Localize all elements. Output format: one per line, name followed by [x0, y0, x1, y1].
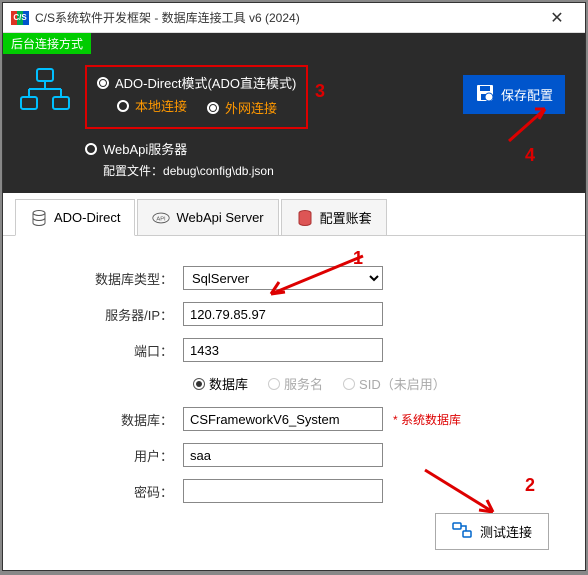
radio-dot-icon — [85, 143, 97, 155]
radio-external-connection[interactable]: 外网连接 — [207, 96, 277, 119]
input-port[interactable] — [183, 338, 383, 362]
button-label: 测试连接 — [480, 522, 532, 541]
form-panel: 1 数据库类型： SqlServer 服务器/IP： 端口： 数据库 — [3, 236, 585, 570]
note-system-db: * 系统数据库 — [393, 411, 461, 428]
tab-label: WebApi Server — [176, 210, 263, 225]
tab-label: ADO-Direct — [54, 210, 120, 225]
annotation-2: 2 — [525, 475, 535, 496]
db-identifier-radios: 数据库 服务名 SID（未启用） — [193, 374, 565, 393]
tab-webapi-server[interactable]: API WebApi Server — [137, 199, 278, 235]
radio-dot-icon — [268, 378, 280, 390]
radio-sid: SID（未启用） — [343, 374, 446, 393]
radio-database[interactable]: 数据库 — [193, 374, 248, 393]
radio-ado-direct[interactable]: ADO-Direct模式(ADO直连模式) — [97, 73, 296, 92]
ado-mode-highlight: ADO-Direct模式(ADO直连模式) 本地连接 外网连接 — [85, 65, 308, 129]
radio-service-name: 服务名 — [268, 374, 323, 393]
radio-dot-icon — [343, 378, 355, 390]
api-icon: API — [152, 209, 170, 227]
label-dbtype: 数据库类型： — [23, 269, 183, 288]
tab-config-account[interactable]: 配置账套 — [281, 199, 387, 235]
radio-label: 外网连接 — [225, 98, 277, 117]
radio-label: 本地连接 — [135, 96, 187, 115]
config-db-icon — [296, 209, 314, 227]
label-password: 密码： — [23, 482, 183, 501]
annotation-1: 1 — [353, 248, 363, 269]
select-dbtype[interactable]: SqlServer — [183, 266, 383, 290]
save-icon — [475, 83, 495, 106]
radio-dot-icon — [97, 77, 109, 89]
label-database: 数据库： — [23, 410, 183, 429]
label-server: 服务器/IP： — [23, 305, 183, 324]
close-button[interactable]: ✕ — [537, 4, 577, 32]
tab-bar: ADO-Direct API WebApi Server 配置账套 — [3, 193, 585, 236]
input-password[interactable] — [183, 479, 383, 503]
input-server[interactable] — [183, 302, 383, 326]
label-port: 端口： — [23, 341, 183, 360]
panel-tag: 后台连接方式 — [3, 33, 91, 54]
tab-label: 配置账套 — [320, 208, 372, 227]
annotation-3: 3 — [315, 81, 325, 102]
connection-mode-panel: 后台连接方式 ADO-Direct模式(ADO直连模式) — [3, 33, 585, 193]
main-window: C/S C/S系统软件开发框架 - 数据库连接工具 v6 (2024) ✕ 后台… — [2, 2, 586, 571]
config-file-line: 配置文件：debug\config\db.json — [103, 162, 573, 179]
test-connection-button[interactable]: 测试连接 — [435, 513, 549, 550]
button-label: 保存配置 — [501, 85, 553, 104]
input-database[interactable] — [183, 407, 383, 431]
titlebar: C/S C/S系统软件开发框架 - 数据库连接工具 v6 (2024) ✕ — [3, 3, 585, 33]
database-icon — [30, 209, 48, 227]
radio-dot-icon — [193, 378, 205, 390]
annotation-4: 4 — [525, 145, 535, 166]
link-icon — [452, 522, 472, 541]
radio-label: WebApi服务器 — [103, 139, 187, 158]
radio-dot-icon — [207, 102, 219, 114]
radio-local-connection[interactable]: 本地连接 — [117, 96, 187, 115]
radio-dot-icon — [117, 100, 129, 112]
radio-label: ADO-Direct模式(ADO直连模式) — [115, 73, 296, 92]
tab-ado-direct[interactable]: ADO-Direct — [15, 199, 135, 236]
network-icon — [15, 65, 75, 120]
input-user[interactable] — [183, 443, 383, 467]
app-icon: C/S — [11, 11, 29, 25]
save-config-button[interactable]: 保存配置 — [463, 75, 565, 114]
label-user: 用户： — [23, 446, 183, 465]
window-title: C/S系统软件开发框架 - 数据库连接工具 v6 (2024) — [35, 9, 537, 26]
svg-text:API: API — [157, 216, 167, 222]
radio-webapi[interactable]: WebApi服务器 — [85, 139, 573, 158]
